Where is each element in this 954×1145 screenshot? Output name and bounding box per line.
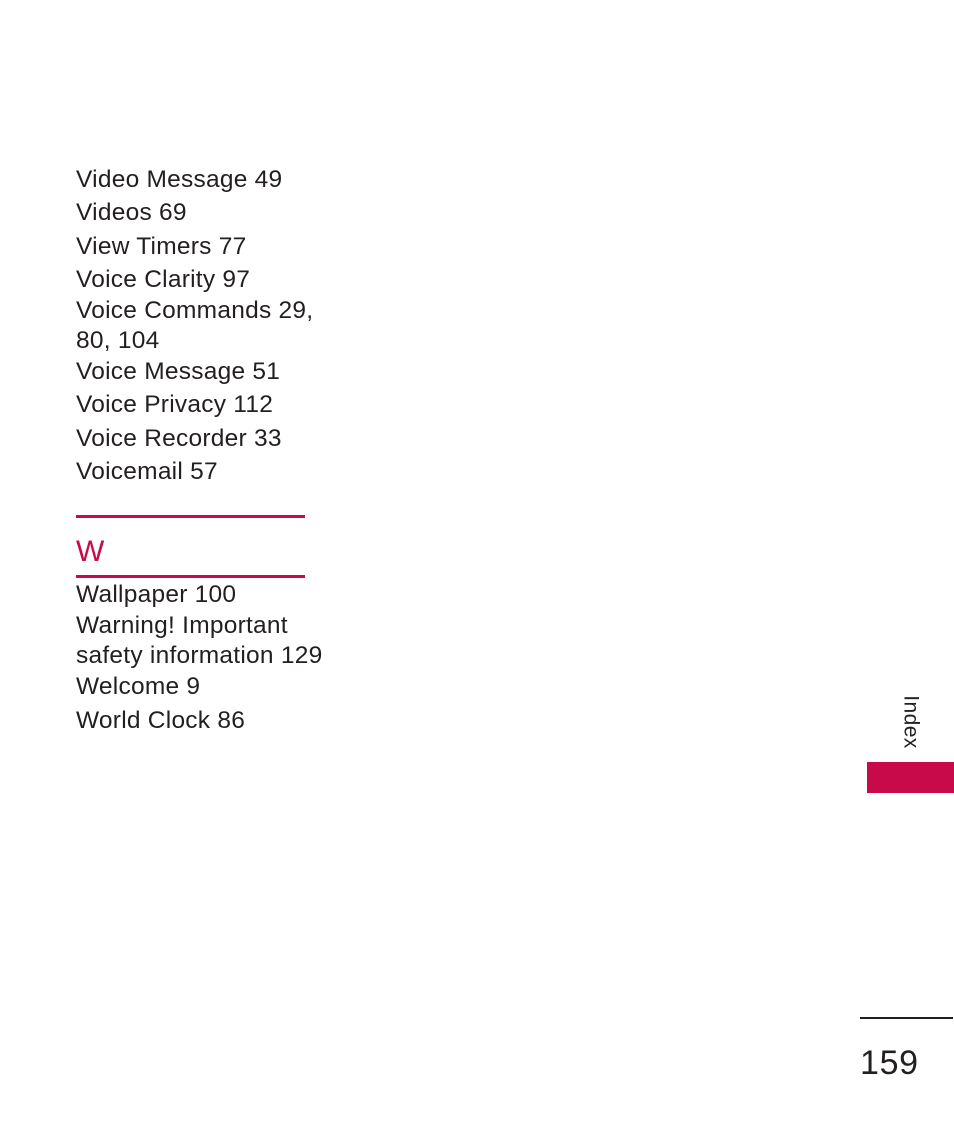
index-entry: World Clock 86 <box>76 706 246 734</box>
index-entry: View Timers 77 <box>76 232 247 260</box>
index-entry: Voice Privacy 112 <box>76 391 274 419</box>
index-page: Video Message 49 Videos 69 View Timers 7… <box>0 0 954 1145</box>
index-entry: Video Message 49 <box>76 166 283 193</box>
index-entry: Wallpaper 100 <box>76 581 237 608</box>
index-entry: Warning! Important safety information 12… <box>76 612 323 669</box>
page-number: 159 <box>860 1044 919 1082</box>
letter-section-heading-w: W <box>76 515 305 578</box>
index-entry: Voice Clarity 97 <box>76 265 251 293</box>
side-tab-accent-block <box>867 762 954 793</box>
index-entry: Videos 69 <box>76 199 187 227</box>
page-footer: 159 <box>860 1017 953 1080</box>
index-entry: Voice Message 51 <box>76 358 281 386</box>
side-tab-text: Index <box>867 686 954 758</box>
side-tab-label-text: Index <box>899 695 923 749</box>
index-entry: Voice Commands 29, 80, 104 <box>76 297 314 354</box>
letter-heading-label: W <box>76 535 105 568</box>
index-entry: Voice Recorder 33 <box>76 424 282 452</box>
index-entry: Welcome 9 <box>76 673 201 701</box>
index-entry: Voicemail 57 <box>76 458 218 486</box>
index-entry-list-v: Video Message 49 Videos 69 View Timers 7… <box>76 163 316 488</box>
index-entry-list-w: Wallpaper 100 Warning! Important safety … <box>76 578 326 737</box>
